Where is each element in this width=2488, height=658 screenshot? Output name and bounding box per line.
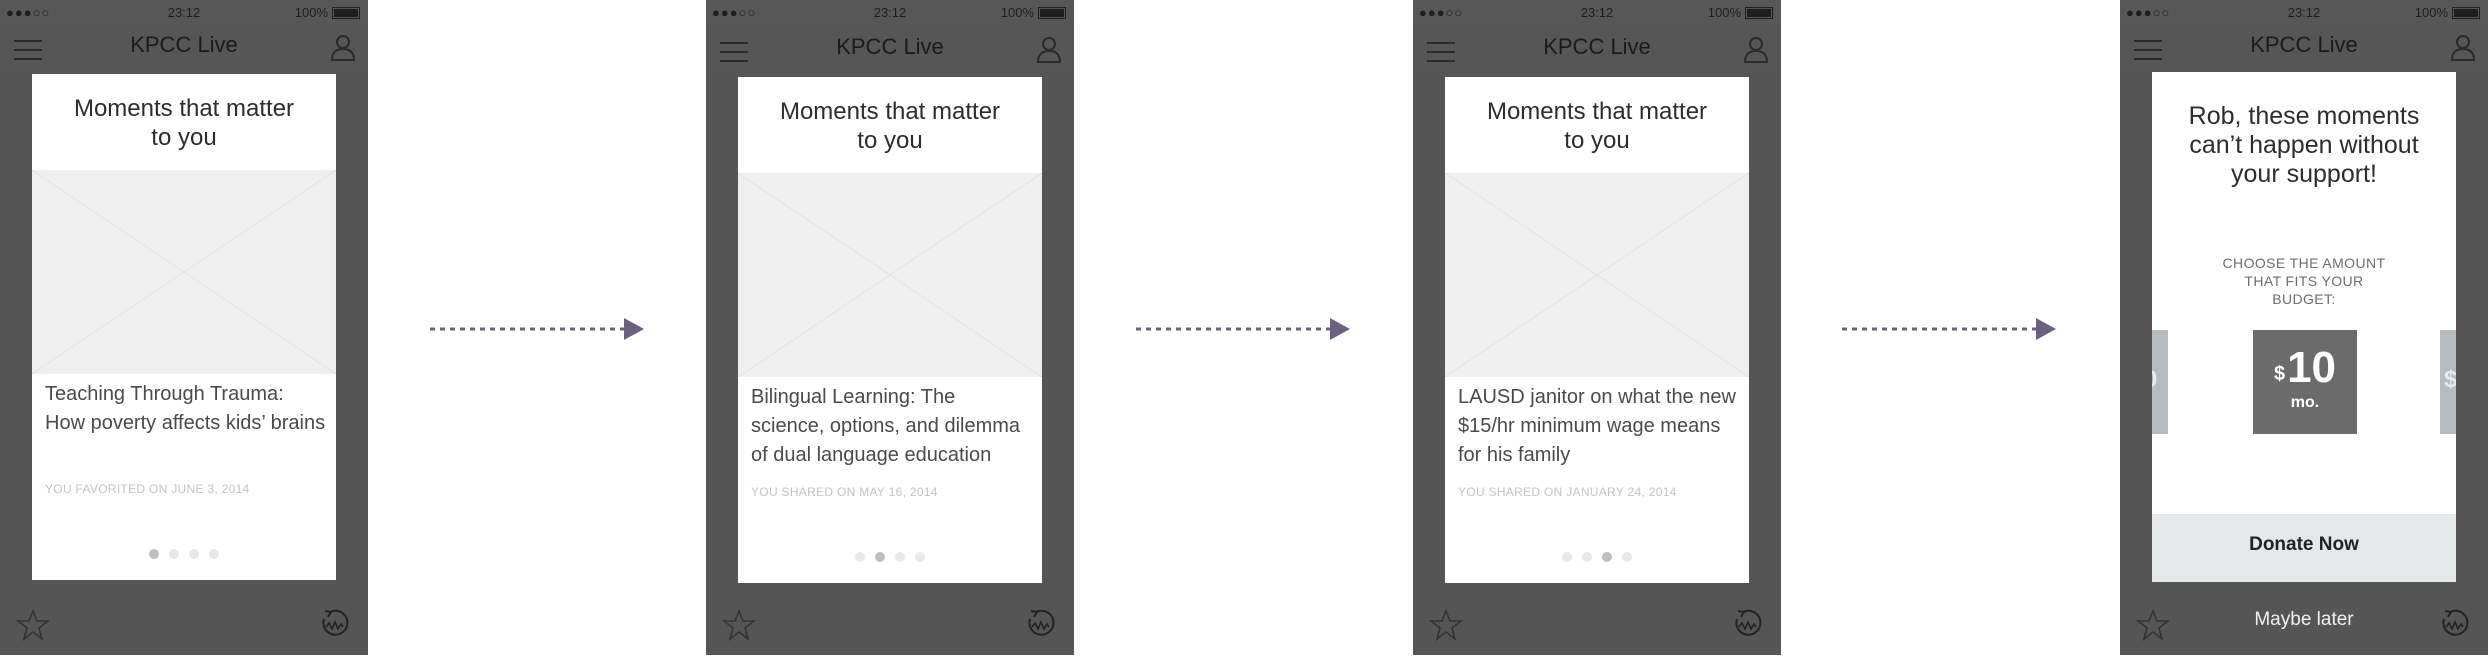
page-dot[interactable]: [895, 552, 905, 562]
nav-bar: KPCC Live: [706, 28, 1074, 72]
refresh-icon[interactable]: [1729, 605, 1765, 641]
story-meta: YOU FAVORITED ON JUNE 3, 2014: [45, 482, 250, 496]
status-bar: ●●●○○ 23:12 100%: [0, 0, 368, 26]
nav-bar: KPCC Live: [0, 26, 368, 70]
nav-bar: KPCC Live: [2120, 26, 2488, 70]
phone-screen-donate: ●●●○○ 23:12 100% KPCC Live Rob, these mo…: [2120, 0, 2488, 655]
star-icon[interactable]: [1429, 609, 1463, 641]
story-card[interactable]: Moments that matter to you Bilingual Lea…: [737, 77, 1043, 583]
card-heading: Moments that matter to you: [779, 98, 1001, 154]
choose-amount-label: CHOOSE THE AMOUNT THAT FITS YOUR BUDGET:: [2222, 255, 2386, 307]
story-title[interactable]: Bilingual Learning: The science, options…: [751, 383, 1032, 470]
star-icon[interactable]: [722, 609, 756, 641]
user-icon[interactable]: [1743, 35, 1769, 63]
page-dot[interactable]: [1602, 552, 1612, 562]
battery-indicator: 100%: [2415, 5, 2480, 20]
amount-option-next[interactable]: $: [2440, 330, 2456, 434]
star-icon[interactable]: [16, 609, 50, 641]
phone-screen-2: ●●●○○ 23:12 100% KPCC Live Moments that …: [706, 0, 1074, 655]
story-meta: YOU SHARED ON JANUARY 24, 2014: [1458, 485, 1677, 499]
user-icon[interactable]: [2450, 33, 2476, 61]
currency-symbol: $: [2273, 363, 2286, 385]
pagination-dots[interactable]: [1445, 549, 1749, 567]
story-title[interactable]: LAUSD janitor on what the new $15/hr min…: [1458, 383, 1739, 470]
pagination-dots[interactable]: [738, 549, 1042, 567]
story-image-placeholder: [737, 172, 1043, 378]
arrow-icon: [1842, 318, 2056, 340]
app-title: KPCC Live: [836, 34, 944, 59]
card-heading: Moments that matter to you: [1486, 98, 1708, 154]
page-dot[interactable]: [1562, 552, 1572, 562]
arrow-icon: [430, 318, 644, 340]
card-heading: Moments that matter to you: [73, 95, 295, 151]
page-dot[interactable]: [149, 549, 159, 559]
app-title: KPCC Live: [2250, 32, 2358, 57]
story-meta: YOU SHARED ON MAY 16, 2014: [751, 485, 938, 499]
battery-indicator: 100%: [1001, 5, 1066, 20]
status-bar: ●●●○○ 23:12 100%: [706, 0, 1074, 26]
app-title: KPCC Live: [130, 32, 238, 57]
battery-indicator: 100%: [295, 5, 360, 20]
refresh-icon[interactable]: [1022, 605, 1058, 641]
amount-value: 10: [2287, 343, 2337, 392]
user-icon[interactable]: [330, 33, 356, 61]
page-dot[interactable]: [1582, 552, 1592, 562]
page-dot[interactable]: [209, 549, 219, 559]
story-image-placeholder: [1444, 172, 1750, 378]
donate-heading: Rob, these moments can’t happen without …: [2188, 102, 2420, 188]
app-title: KPCC Live: [1543, 34, 1651, 59]
story-image-placeholder: [31, 169, 337, 375]
page-dot[interactable]: [169, 549, 179, 559]
page-dot[interactable]: [1622, 552, 1632, 562]
amount-option-selected[interactable]: $10 mo.: [2253, 330, 2357, 434]
refresh-icon[interactable]: [2436, 605, 2472, 641]
maybe-later-link[interactable]: Maybe later: [2120, 609, 2488, 631]
amount-option-prev[interactable]: 0: [2152, 330, 2168, 434]
status-bar: ●●●○○ 23:12 100%: [2120, 0, 2488, 26]
arrow-icon: [1136, 318, 1350, 340]
user-icon[interactable]: [1036, 35, 1062, 63]
phone-screen-1: ●●●○○ 23:12 100% KPCC Live Moments that …: [0, 0, 368, 655]
battery-indicator: 100%: [1708, 5, 1773, 20]
donate-now-button[interactable]: Donate Now: [2152, 514, 2456, 582]
page-dot[interactable]: [875, 552, 885, 562]
nav-bar: KPCC Live: [1413, 28, 1781, 72]
refresh-icon[interactable]: [316, 605, 352, 641]
status-bar: ●●●○○ 23:12 100%: [1413, 0, 1781, 26]
pagination-dots[interactable]: [32, 546, 336, 564]
page-dot[interactable]: [915, 552, 925, 562]
story-card[interactable]: Moments that matter to you Teaching Thro…: [31, 74, 337, 580]
page-dot[interactable]: [855, 552, 865, 562]
story-title[interactable]: Teaching Through Trauma: How poverty aff…: [45, 380, 326, 438]
page-dot[interactable]: [189, 549, 199, 559]
story-card[interactable]: Moments that matter to you LAUSD janitor…: [1444, 77, 1750, 583]
amount-period: mo.: [2290, 394, 2320, 411]
donate-card: Rob, these moments can’t happen without …: [2152, 72, 2456, 582]
phone-screen-3: ●●●○○ 23:12 100% KPCC Live Moments that …: [1413, 0, 1781, 655]
